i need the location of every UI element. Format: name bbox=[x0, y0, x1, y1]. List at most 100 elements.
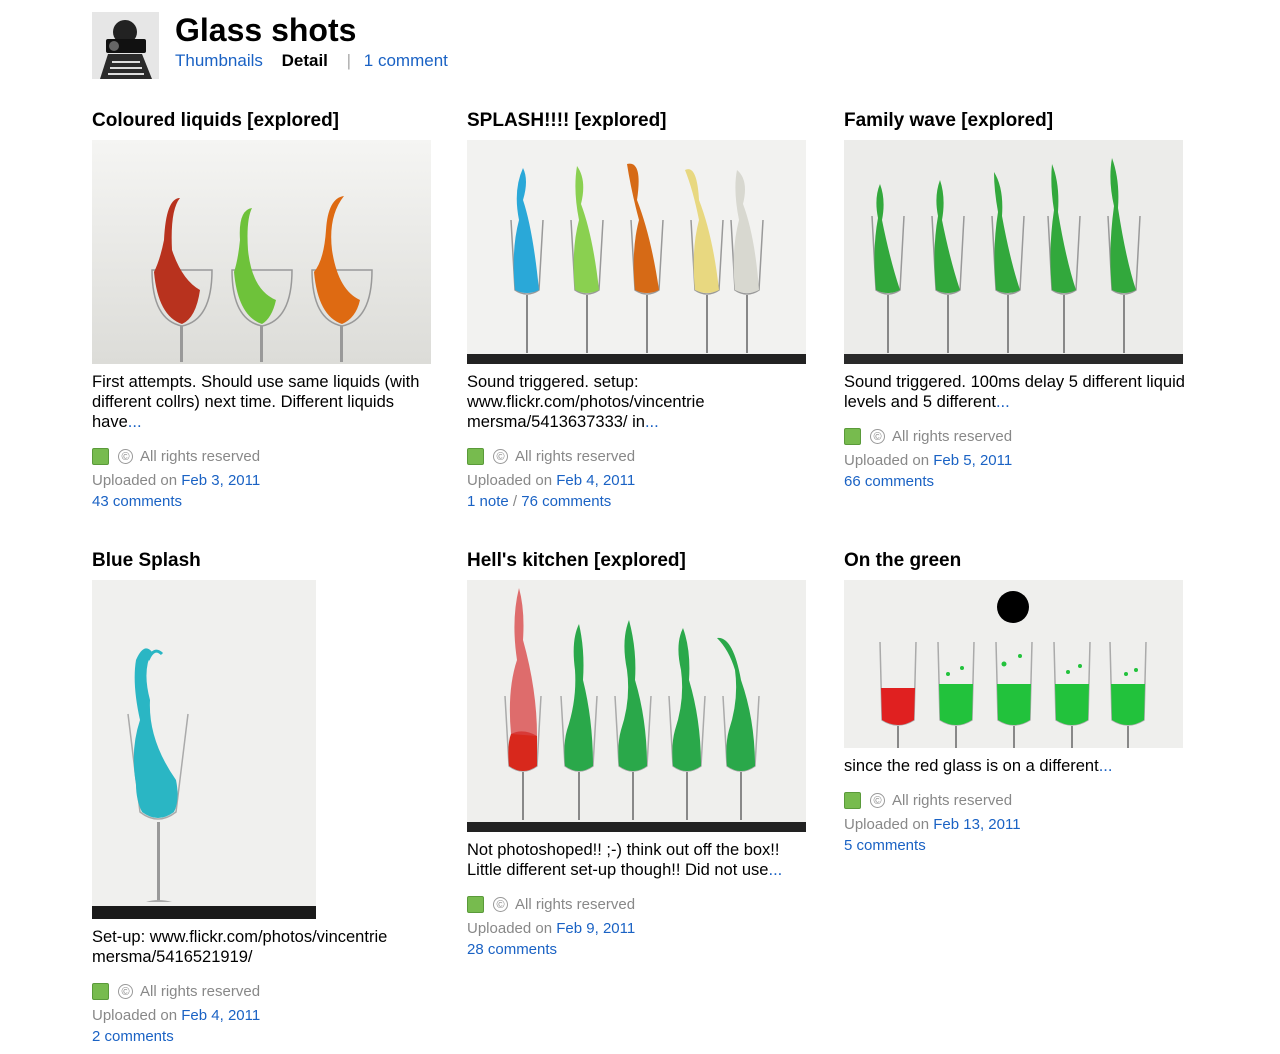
description-text: Set-up: www.flickr.com/photos/vincentrie… bbox=[92, 928, 388, 966]
license-row: © All rights reserved bbox=[467, 894, 812, 914]
photo-meta: © All rights reserved Uploaded on Feb 5,… bbox=[844, 426, 1189, 490]
photo-description: Sound triggered. 100ms delay 5 different… bbox=[844, 372, 1189, 412]
photo-meta: © All rights reserved Uploaded on Feb 13… bbox=[844, 790, 1189, 854]
license-row: © All rights reserved bbox=[467, 446, 812, 466]
uploaded-label: Uploaded on bbox=[92, 472, 178, 489]
license-green-icon bbox=[844, 791, 861, 809]
uploaded-row: Uploaded on Feb 13, 2011 bbox=[844, 816, 1189, 833]
license-text: All rights reserved bbox=[515, 447, 636, 465]
license-green-icon bbox=[467, 895, 484, 913]
photo-thumbnail[interactable] bbox=[844, 580, 1183, 748]
license-green-icon bbox=[92, 447, 109, 465]
photo-item: Blue Splash Set-up: www.flickr.com/photo… bbox=[92, 550, 437, 1045]
upload-date-link[interactable]: Feb 4, 2011 bbox=[181, 1007, 260, 1024]
notes-link[interactable]: 1 note bbox=[467, 493, 509, 510]
more-link[interactable]: ... bbox=[996, 393, 1010, 411]
counts-row: 5 comments bbox=[844, 837, 1189, 854]
photo-meta: © All rights reserved Uploaded on Feb 4,… bbox=[92, 981, 437, 1045]
counts-row: 1 note / 76 comments bbox=[467, 493, 812, 510]
license-text: All rights reserved bbox=[140, 982, 261, 1000]
license-text: All rights reserved bbox=[515, 895, 636, 913]
uploaded-row: Uploaded on Feb 4, 2011 bbox=[92, 1007, 437, 1024]
license-text: All rights reserved bbox=[140, 447, 261, 465]
nav-separator: | bbox=[346, 51, 352, 70]
comments-link[interactable]: 2 comments bbox=[92, 1028, 174, 1045]
license-row: © All rights reserved bbox=[844, 790, 1189, 810]
description-text: since the red glass is on a different bbox=[844, 757, 1099, 775]
uploaded-label: Uploaded on bbox=[844, 816, 930, 833]
photo-item: Hell's kitchen [explored] Not photoshope… bbox=[467, 550, 812, 958]
photo-description: Sound triggered. setup: www.flickr.com/p… bbox=[467, 372, 812, 432]
photo-item: On the green since the red glass is on a… bbox=[844, 550, 1189, 854]
photo-item: SPLASH!!!! [explored] Sound triggered. s… bbox=[467, 110, 812, 510]
license-green-icon bbox=[92, 982, 109, 1000]
uploaded-label: Uploaded on bbox=[467, 472, 553, 489]
comments-link[interactable]: 28 comments bbox=[467, 941, 557, 958]
license-row: © All rights reserved bbox=[92, 981, 437, 1001]
comments-link[interactable]: 43 comments bbox=[92, 493, 182, 510]
upload-date-link[interactable]: Feb 9, 2011 bbox=[556, 920, 635, 937]
photo-title[interactable]: Family wave [explored] bbox=[844, 110, 1189, 132]
photo-description: First attempts. Should use same liquids … bbox=[92, 372, 437, 432]
copyright-icon: © bbox=[870, 792, 885, 808]
uploaded-row: Uploaded on Feb 9, 2011 bbox=[467, 920, 812, 937]
photo-thumbnail[interactable] bbox=[92, 580, 316, 919]
uploaded-row: Uploaded on Feb 3, 2011 bbox=[92, 472, 437, 489]
comments-link[interactable]: 66 comments bbox=[844, 473, 934, 490]
license-row: © All rights reserved bbox=[92, 446, 437, 466]
set-title: Glass shots bbox=[175, 12, 357, 48]
photo-thumbnail[interactable] bbox=[92, 140, 431, 364]
more-link[interactable]: ... bbox=[128, 413, 142, 431]
copyright-icon: © bbox=[493, 896, 508, 912]
more-link[interactable]: ... bbox=[645, 413, 659, 431]
photo-thumbnail[interactable] bbox=[467, 140, 806, 364]
counts-row: 28 comments bbox=[467, 941, 812, 958]
photographer-avatar[interactable] bbox=[92, 12, 159, 79]
upload-date-link[interactable]: Feb 4, 2011 bbox=[556, 472, 635, 489]
photo-description: Not photoshoped!! ;-) think out off the … bbox=[467, 840, 812, 880]
photo-title[interactable]: SPLASH!!!! [explored] bbox=[467, 110, 812, 132]
counts-row: 2 comments bbox=[92, 1028, 437, 1045]
copyright-icon: © bbox=[118, 448, 133, 464]
nav-detail: Detail bbox=[281, 51, 328, 70]
photo-description: Set-up: www.flickr.com/photos/vincentrie… bbox=[92, 927, 437, 967]
upload-date-link[interactable]: Feb 5, 2011 bbox=[933, 452, 1012, 469]
more-link[interactable]: ... bbox=[1099, 757, 1113, 775]
photo-thumbnail[interactable] bbox=[467, 580, 806, 832]
copyright-icon: © bbox=[493, 448, 508, 464]
description-text: Sound triggered. 100ms delay 5 different… bbox=[844, 373, 1185, 411]
copyright-icon: © bbox=[870, 428, 885, 444]
set-nav: Thumbnails Detail | 1 comment bbox=[175, 51, 462, 71]
description-text: Not photoshoped!! ;-) think out off the … bbox=[467, 841, 780, 879]
uploaded-row: Uploaded on Feb 5, 2011 bbox=[844, 452, 1189, 469]
license-row: © All rights reserved bbox=[844, 426, 1189, 446]
counts-row: 43 comments bbox=[92, 493, 437, 510]
uploaded-label: Uploaded on bbox=[467, 920, 553, 937]
counts-row: 66 comments bbox=[844, 473, 1189, 490]
photo-description: since the red glass is on a different... bbox=[844, 756, 1189, 776]
photo-title[interactable]: Coloured liquids [explored] bbox=[92, 110, 437, 132]
upload-date-link[interactable]: Feb 13, 2011 bbox=[933, 816, 1020, 833]
license-text: All rights reserved bbox=[892, 791, 1013, 809]
photo-meta: © All rights reserved Uploaded on Feb 3,… bbox=[92, 446, 437, 510]
photo-title[interactable]: On the green bbox=[844, 550, 1189, 572]
uploaded-row: Uploaded on Feb 4, 2011 bbox=[467, 472, 812, 489]
photo-title[interactable]: Blue Splash bbox=[92, 550, 437, 572]
nav-comments[interactable]: 1 comment bbox=[364, 51, 448, 70]
more-link[interactable]: ... bbox=[768, 861, 782, 879]
uploaded-label: Uploaded on bbox=[844, 452, 930, 469]
comments-link[interactable]: 76 comments bbox=[521, 493, 611, 510]
upload-date-link[interactable]: Feb 3, 2011 bbox=[181, 472, 260, 489]
photo-meta: © All rights reserved Uploaded on Feb 4,… bbox=[467, 446, 812, 510]
license-green-icon bbox=[844, 427, 861, 445]
photo-item: Coloured liquids [explored] First attemp… bbox=[92, 110, 437, 510]
nav-thumbnails[interactable]: Thumbnails bbox=[175, 51, 263, 70]
comments-link[interactable]: 5 comments bbox=[844, 837, 926, 854]
photo-meta: © All rights reserved Uploaded on Feb 9,… bbox=[467, 894, 812, 958]
photo-item: Family wave [explored] Sound triggered. … bbox=[844, 110, 1189, 490]
photo-thumbnail[interactable] bbox=[844, 140, 1183, 364]
photo-title[interactable]: Hell's kitchen [explored] bbox=[467, 550, 812, 572]
uploaded-label: Uploaded on bbox=[92, 1007, 178, 1024]
counts-separator: / bbox=[512, 493, 518, 510]
license-green-icon bbox=[467, 447, 484, 465]
